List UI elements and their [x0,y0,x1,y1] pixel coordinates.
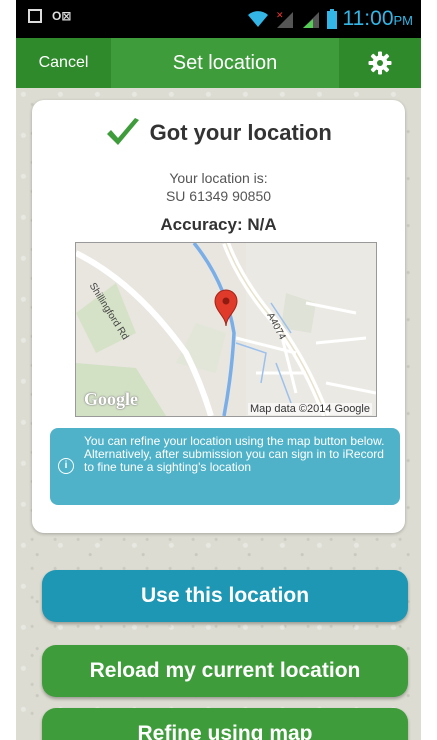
refine-map-button[interactable]: Refine using map [42,708,408,740]
info-icon: i [58,458,74,474]
status-bar: O⊠ ✕ 11:00PM [16,0,421,38]
status-system: ✕ 11:00PM [247,7,414,31]
location-map[interactable]: Shillingford Rd A4074 Google Map data ©2… [75,242,377,417]
wifi-icon [247,11,268,27]
picture-icon [28,9,42,23]
action-bar: Cancel Set location [16,38,421,88]
map-pin-icon [214,289,238,327]
google-logo: Google [84,389,138,409]
location-status: Got your location [32,117,405,149]
svg-text:✕: ✕ [276,10,284,20]
signal-icon: ✕ [276,10,293,28]
use-location-button[interactable]: Use this location [42,570,408,622]
page-title: Set location [172,52,278,74]
cancel-button[interactable]: Cancel [16,38,111,88]
battery-icon [326,9,337,29]
location-label: Your location is: [169,170,268,186]
gear-icon [368,51,392,75]
accuracy-label: Accuracy: N/A [160,215,277,234]
clock-time: 11:00 [342,7,394,30]
location-card: Got your location Your location is: SU 6… [32,100,405,533]
clock-ampm: PM [393,13,414,28]
checkmark-icon [107,118,140,145]
signal-icon [302,12,319,28]
grid-reference: SU 61349 90850 [165,188,272,204]
reload-location-button[interactable]: Reload my current location [42,645,408,697]
status-heading: Got your location [149,120,332,145]
outlook-icon: O⊠ [52,9,72,23]
info-banner: i You can refine your location using the… [50,428,400,505]
phone-screen: O⊠ ✕ 11:00PM Cancel Set location Got you… [16,0,421,740]
info-text: You can refine your location using the m… [84,434,385,474]
settings-button[interactable] [339,38,421,88]
clock: 11:00PM [343,7,414,31]
status-notifications: O⊠ [28,9,71,23]
map-attribution: Map data ©2014 Google [247,403,372,415]
